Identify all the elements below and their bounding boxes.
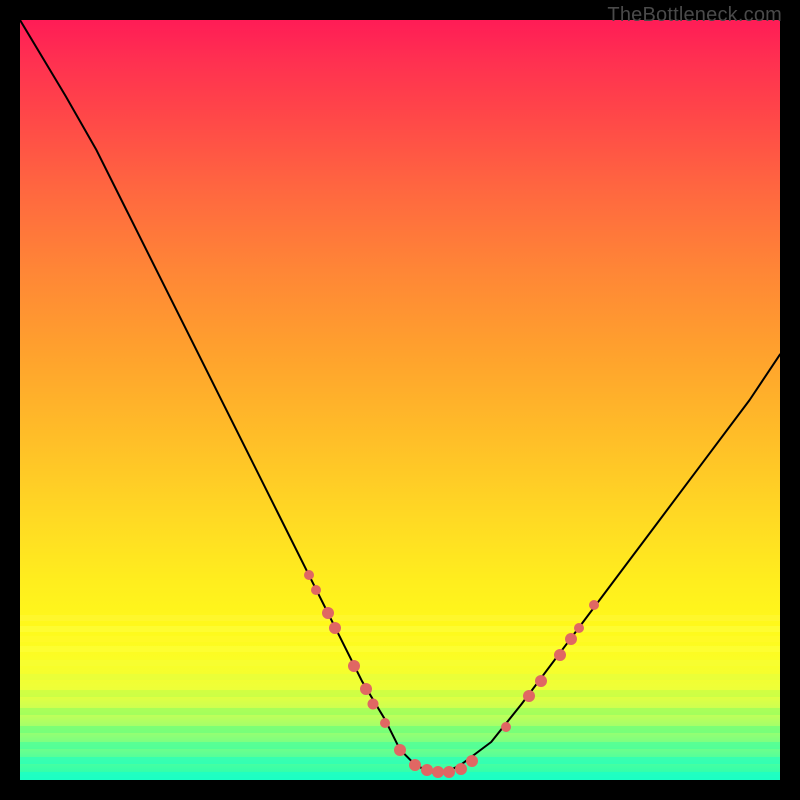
marker-dot bbox=[535, 675, 547, 687]
marker-dot bbox=[455, 763, 467, 775]
marker-dot bbox=[311, 585, 321, 595]
marker-dot bbox=[432, 766, 444, 778]
marker-dot bbox=[409, 759, 421, 771]
marker-dot bbox=[574, 623, 584, 633]
marker-dot bbox=[589, 600, 599, 610]
marker-dot bbox=[360, 683, 372, 695]
marker-dot bbox=[501, 722, 511, 732]
plot-area bbox=[20, 20, 780, 780]
marker-dot bbox=[565, 633, 577, 645]
marker-dot bbox=[466, 755, 478, 767]
marker-dot bbox=[523, 690, 535, 702]
marker-dot bbox=[421, 764, 433, 776]
marker-dot bbox=[554, 649, 566, 661]
marker-layer bbox=[20, 20, 780, 780]
marker-dot bbox=[322, 607, 334, 619]
marker-dot bbox=[443, 766, 455, 778]
marker-dot bbox=[348, 660, 360, 672]
marker-dot bbox=[368, 699, 379, 710]
watermark-text: TheBottleneck.com bbox=[607, 4, 782, 27]
marker-dot bbox=[304, 570, 314, 580]
marker-dot bbox=[394, 744, 406, 756]
marker-dot bbox=[329, 622, 341, 634]
marker-dot bbox=[380, 718, 390, 728]
